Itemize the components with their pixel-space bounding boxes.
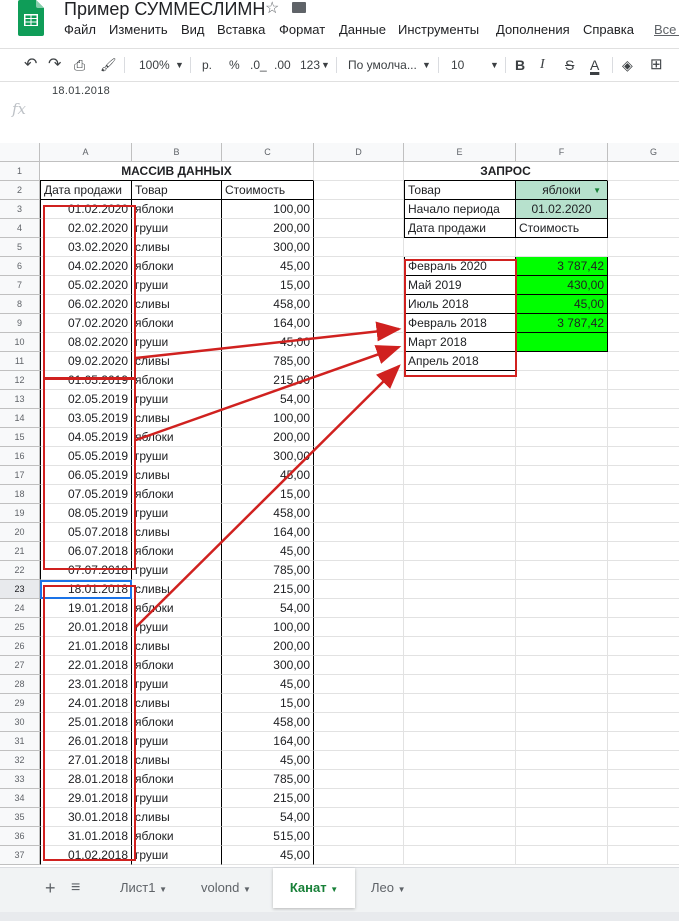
- menu-tools[interactable]: Инструменты: [398, 22, 479, 37]
- document-title[interactable]: Пример СУММЕСЛИМН: [64, 0, 265, 20]
- tab-label: Лист1: [120, 880, 156, 895]
- star-icon[interactable]: ☆: [265, 0, 279, 18]
- fx-icon: fx: [12, 100, 27, 118]
- zoom-select[interactable]: 100%: [139, 49, 170, 81]
- menu-file[interactable]: Файл: [64, 22, 96, 37]
- toolbar: ↶ ↷ ⎙ 🖌 100% ▼ р. % .0_ .00 123 ▼ По умо…: [0, 48, 679, 82]
- paint-format-icon[interactable]: 🖌: [100, 49, 117, 81]
- menu-addons[interactable]: Дополнения: [496, 22, 570, 37]
- percent-format-button[interactable]: %: [229, 49, 240, 81]
- chevron-down-icon[interactable]: ▼: [422, 49, 431, 81]
- formula-cell-value: 18.01.2018: [52, 85, 111, 97]
- tab-list1[interactable]: Лист1 ▼: [120, 868, 167, 908]
- menu-data[interactable]: Данные: [339, 22, 386, 37]
- currency-format-button[interactable]: р.: [202, 49, 212, 81]
- all-sheets-icon[interactable]: ≡: [71, 868, 80, 908]
- menu-edit[interactable]: Изменить: [109, 22, 168, 37]
- folder-icon[interactable]: [292, 2, 306, 13]
- bold-button[interactable]: B: [515, 49, 525, 81]
- tab-volond[interactable]: volond ▼: [201, 868, 251, 908]
- tab-label: Лео: [371, 880, 394, 895]
- chevron-down-icon[interactable]: ▼: [321, 49, 330, 81]
- arrow-2019: [135, 345, 402, 442]
- undo-icon[interactable]: ↶: [24, 49, 37, 81]
- tab-label: volond: [201, 880, 240, 895]
- chevron-down-icon[interactable]: ▼: [490, 49, 499, 81]
- borders-icon[interactable]: ⊞: [650, 49, 663, 81]
- decrease-decimal-button[interactable]: .0_: [250, 49, 267, 81]
- tab-leo[interactable]: Лео ▼: [371, 868, 406, 908]
- print-icon[interactable]: ⎙: [74, 49, 85, 81]
- font-select[interactable]: По умолча...: [348, 49, 417, 81]
- chevron-down-icon[interactable]: ▼: [175, 49, 184, 81]
- menu-help[interactable]: Справка: [583, 22, 634, 37]
- italic-button[interactable]: I: [540, 49, 545, 81]
- sheet-tab-bar: + ≡ Лист1 ▼ volond ▼ Канат ▼ Лео ▼: [0, 867, 679, 912]
- all-changes-link[interactable]: Все и: [654, 22, 679, 37]
- menu-format[interactable]: Формат: [279, 22, 325, 37]
- menu-view[interactable]: Вид: [181, 22, 205, 37]
- annotation-arrows: [135, 321, 402, 628]
- arrow-2020: [135, 321, 402, 360]
- tab-kanat[interactable]: Канат ▼: [273, 868, 355, 908]
- spreadsheet-grid[interactable]: ABCDEFG 1 МАССИВ ДАННЫХ ЗАПРОС 2 Дата продаж…: [0, 143, 679, 865]
- menu-insert[interactable]: Вставка: [217, 22, 265, 37]
- sheets-logo-icon[interactable]: [18, 0, 44, 36]
- fill-color-icon[interactable]: ◈: [622, 49, 633, 81]
- redo-icon[interactable]: ↷: [48, 49, 61, 81]
- tab-label: Канат: [289, 880, 327, 895]
- increase-decimal-button[interactable]: .00: [274, 49, 291, 81]
- status-strip: [0, 912, 679, 921]
- text-color-button[interactable]: A: [590, 49, 599, 81]
- font-size-select[interactable]: 10: [451, 49, 464, 81]
- arrow-2018: [135, 364, 401, 628]
- add-sheet-icon[interactable]: +: [45, 868, 56, 908]
- strikethrough-button[interactable]: S: [565, 49, 574, 81]
- more-formats-select[interactable]: 123: [300, 49, 320, 81]
